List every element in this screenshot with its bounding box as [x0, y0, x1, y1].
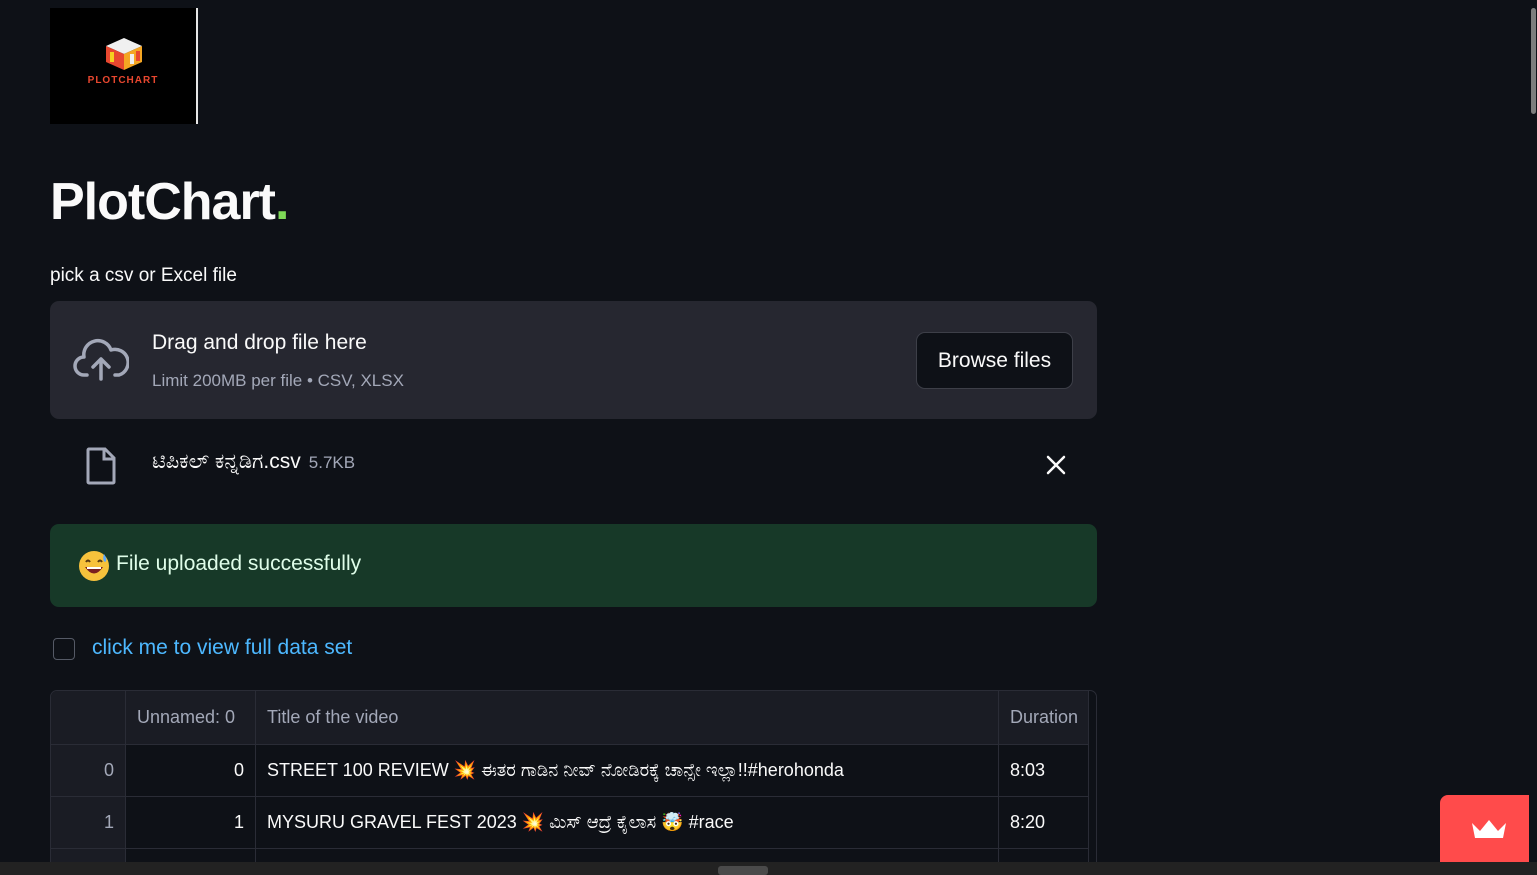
file-icon: [86, 447, 116, 485]
logo-wordmark: PLOTCHART: [87, 75, 159, 86]
checkbox-label[interactable]: click me to view full data set: [92, 636, 352, 660]
file-dropzone[interactable]: Drag and drop file here Limit 200MB per …: [50, 301, 1097, 419]
unnamed-cell[interactable]: 0: [126, 745, 256, 797]
row-index-cell[interactable]: 1: [51, 797, 126, 849]
success-alert: File uploaded successfully: [50, 524, 1097, 607]
page-title: PlotChart.: [50, 172, 289, 232]
title-dot: .: [275, 173, 289, 231]
dropzone-limit: Limit 200MB per file • CSV, XLSX: [152, 371, 404, 390]
page-title-text: PlotChart: [50, 173, 276, 231]
vertical-scrollbar[interactable]: [1529, 0, 1537, 875]
dropzone-title: Drag and drop file here: [152, 331, 367, 354]
browse-files-button[interactable]: Browse files: [916, 332, 1073, 389]
title-cell[interactable]: MYSURU GRAVEL FEST 2023 💥 ಮಿಸ್ ಆದ್ರೆ ಕೈಲ…: [256, 797, 999, 849]
cloud-upload-icon: [73, 338, 129, 381]
streamlit-deploy-button[interactable]: [1440, 795, 1537, 862]
data-table[interactable]: Unnamed: 0 Title of the video Duration 0…: [50, 690, 1097, 875]
checkbox-box[interactable]: [53, 638, 75, 660]
duration-cell[interactable]: 8:20: [999, 797, 1089, 849]
uploader-label: pick a csv or Excel file: [50, 265, 237, 286]
vertical-scrollbar-thumb[interactable]: [1531, 8, 1536, 114]
plotchart-logo-icon: [106, 38, 142, 70]
duration-cell[interactable]: 8:03: [999, 745, 1089, 797]
uploaded-file-row: ಟಿಪಿಕಲ್ ಕನ್ನಡಿಗ.csv 5.7KB: [50, 430, 1097, 500]
horizontal-scrollbar-thumb[interactable]: [718, 866, 768, 875]
column-header-unnamed[interactable]: Unnamed: 0: [126, 691, 256, 745]
row-index-cell[interactable]: 0: [51, 745, 126, 797]
column-header-duration[interactable]: Duration: [999, 691, 1089, 745]
success-message: File uploaded successfully: [116, 552, 362, 575]
horizontal-scrollbar[interactable]: [0, 862, 1537, 875]
column-header-index[interactable]: [51, 691, 126, 745]
unnamed-cell[interactable]: 1: [126, 797, 256, 849]
uploaded-file-name: ಟಿಪಿಕಲ್ ಕನ್ನಡಿಗ.csv 5.7KB: [152, 450, 355, 474]
column-header-title[interactable]: Title of the video: [256, 691, 999, 745]
grinning-sweat-emoji-icon: [79, 551, 109, 581]
crown-icon: [1472, 820, 1506, 838]
file-size: 5.7KB: [308, 453, 356, 472]
title-cell[interactable]: STREET 100 REVIEW 💥 ಈತರ ಗಾಡಿನ ನೀವ್ ನೋಡಿರ…: [256, 745, 999, 797]
app-logo: PLOTCHART: [50, 8, 198, 124]
close-icon[interactable]: [1046, 455, 1066, 475]
file-name-text: ಟಿಪಿಕಲ್ ಕನ್ನಡಿಗ.csv: [152, 450, 301, 473]
